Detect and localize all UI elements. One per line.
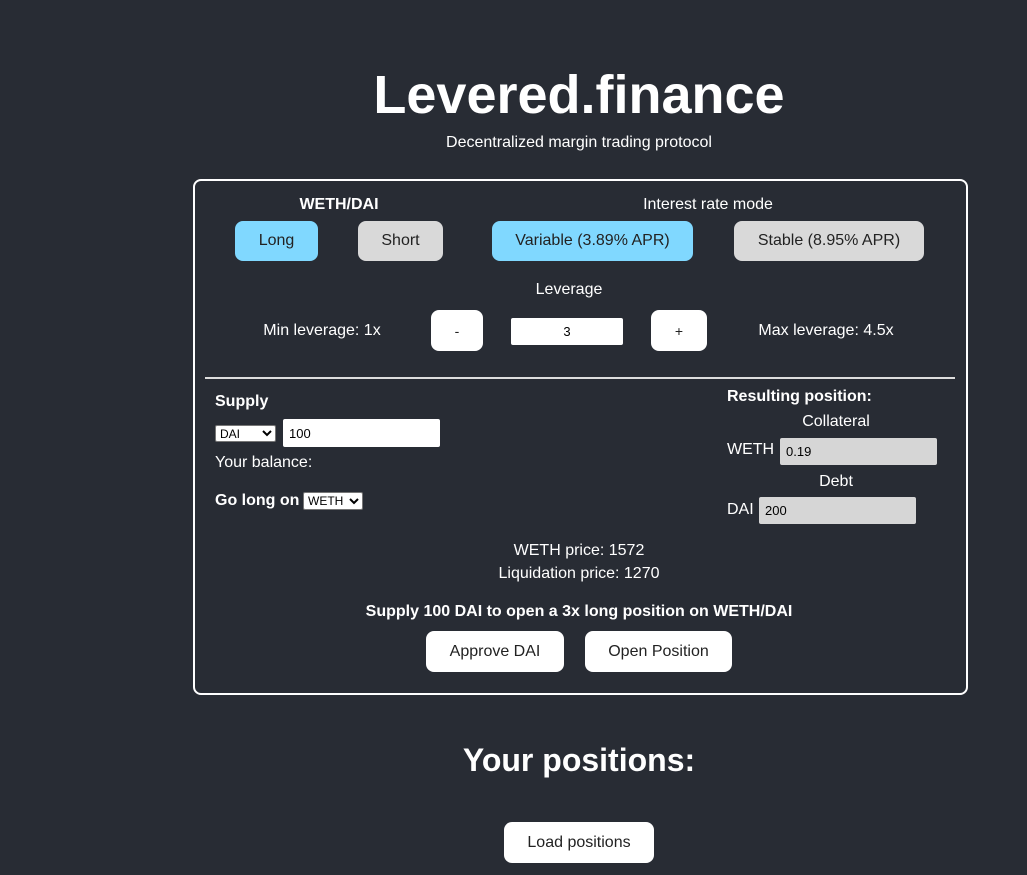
go-long-token-select[interactable]: WETH [303, 492, 363, 510]
divider [205, 377, 955, 379]
short-button[interactable]: Short [358, 221, 443, 261]
decrease-leverage-button[interactable]: - [431, 310, 483, 351]
debt-amount [759, 497, 916, 524]
balance-label: Your balance: [215, 454, 313, 471]
app-subtitle: Decentralized margin trading protocol [446, 134, 712, 151]
liquidation-price: Liquidation price: 1270 [498, 565, 660, 582]
position-summary: Supply 100 DAI to open a 3x long positio… [365, 603, 793, 620]
collateral-label: Collateral [802, 413, 870, 430]
debt-token: DAI [727, 501, 754, 518]
supply-amount-input[interactable] [283, 419, 440, 447]
supply-token-select[interactable]: DAI [215, 425, 276, 442]
collateral-token: WETH [727, 441, 775, 458]
weth-price: WETH price: 1572 [513, 542, 645, 559]
supply-label: Supply [215, 393, 269, 410]
long-button[interactable]: Long [235, 221, 318, 261]
leverage-input[interactable] [511, 318, 623, 345]
open-position-button[interactable]: Open Position [585, 631, 732, 672]
variable-rate-button[interactable]: Variable (3.89% APR) [492, 221, 693, 261]
app-title: Levered.finance [373, 65, 785, 125]
load-positions-button[interactable]: Load positions [504, 822, 654, 863]
pair-label: WETH/DAI [299, 196, 379, 213]
go-long-label: Go long on [215, 492, 300, 509]
stable-rate-button[interactable]: Stable (8.95% APR) [734, 221, 924, 261]
approve-dai-button[interactable]: Approve DAI [426, 631, 564, 672]
collateral-amount [780, 438, 937, 465]
debt-label: Debt [819, 473, 853, 490]
resulting-position-label: Resulting position: [727, 388, 872, 405]
min-leverage: Min leverage: 1x [263, 322, 381, 339]
interest-rate-label: Interest rate mode [643, 196, 773, 213]
positions-title: Your positions: [462, 742, 696, 778]
increase-leverage-button[interactable]: + [651, 310, 707, 351]
leverage-label: Leverage [535, 281, 603, 298]
max-leverage: Max leverage: 4.5x [758, 322, 894, 339]
